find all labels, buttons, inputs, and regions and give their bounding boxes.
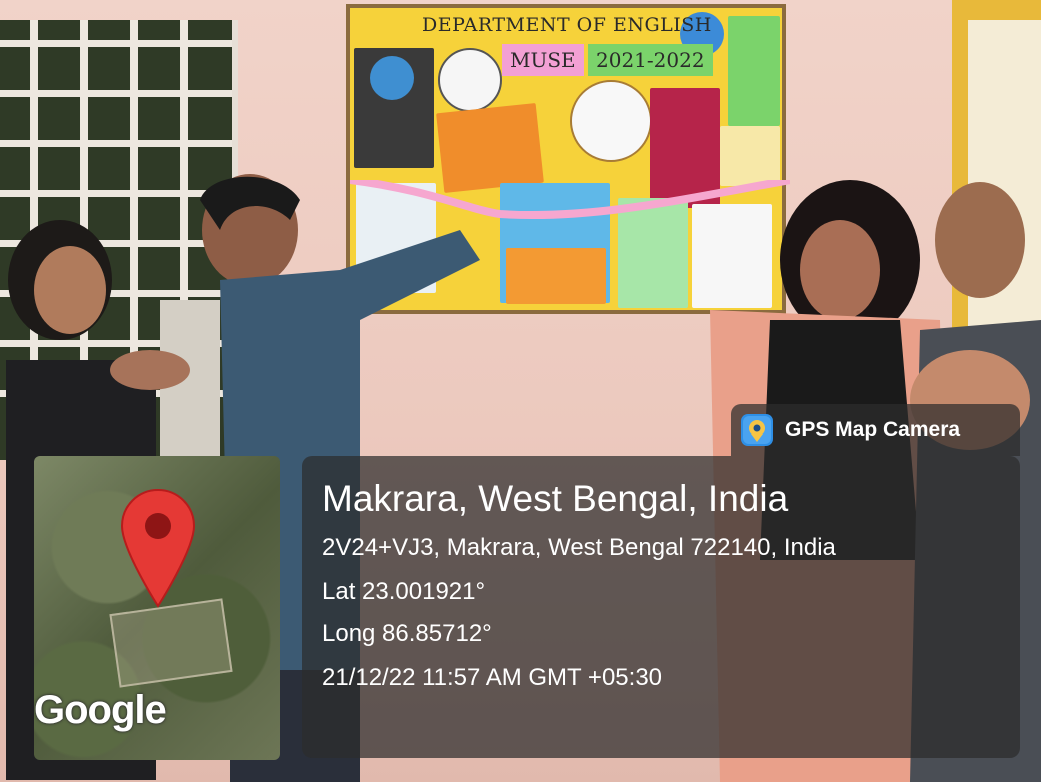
- app-name: GPS Map Camera: [785, 418, 961, 441]
- address: 2V24+VJ3, Makrara, West Bengal 722140, I…: [322, 534, 836, 561]
- map-building-footprint: [109, 598, 233, 688]
- date-time: 21/12/22 11:57 AM GMT +05:30: [322, 664, 663, 691]
- google-logo: Google: [34, 688, 167, 732]
- place-name: Makrara, West Bengal, India: [322, 478, 789, 519]
- satellite-map-thumbnail: Google: [34, 456, 280, 760]
- poster-department: DEPARTMENT OF ENGLISH: [422, 14, 712, 36]
- latitude: Lat 23.001921°: [322, 578, 486, 605]
- camera-pin-icon: [741, 414, 773, 446]
- gps-map-camera-badge: GPS Map Camera: [731, 404, 1020, 456]
- map-pin-icon: [120, 488, 196, 608]
- poster-name: MUSE: [502, 44, 584, 76]
- longitude: Long 86.85712°: [322, 620, 492, 647]
- location-info-panel: Makrara, West Bengal, India 2V24+VJ3, Ma…: [302, 456, 1020, 758]
- photo-scene: DEPARTMENT OF ENGLISH MUSE 2021-2022 Goo…: [0, 0, 1041, 782]
- poster-year: 2021-2022: [588, 44, 713, 76]
